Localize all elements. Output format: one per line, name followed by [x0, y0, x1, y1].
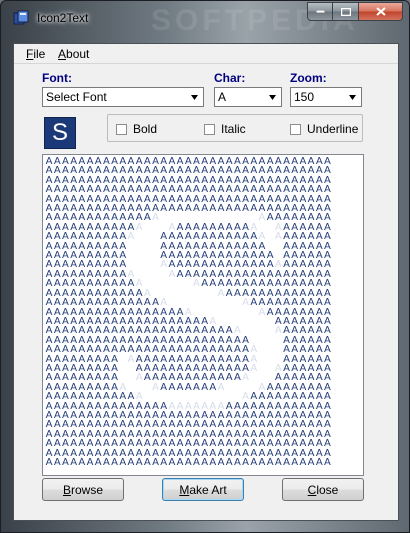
text-art-row: AAAAAAAAAAAAAAAAAAAAAAAAAAAAAAAAAAA [45, 457, 332, 468]
zoom-label: Zoom: [290, 71, 327, 85]
text-art-char: A [307, 457, 315, 468]
client-area: File About Font: Char: Zoom: Select Font… [13, 43, 399, 521]
text-art-char: A [176, 457, 184, 468]
text-art-char: A [160, 457, 168, 468]
zoom-select[interactable]: 150 [290, 87, 362, 107]
text-art-char: A [201, 457, 209, 468]
text-art-char: A [324, 457, 331, 468]
bold-label: Bold [133, 122, 158, 136]
italic-checkbox[interactable]: Italic [204, 122, 246, 136]
text-art-char: A [119, 457, 127, 468]
make-art-button-label: Make Art [179, 482, 227, 497]
text-art-char: A [184, 457, 192, 468]
minimize-icon [315, 10, 325, 13]
caption-buttons [307, 2, 403, 22]
text-art-char: A [62, 457, 69, 468]
menu-file[interactable]: File [26, 47, 45, 61]
browse-button[interactable]: Browse [42, 478, 124, 501]
underline-label: Underline [307, 122, 359, 136]
menu-bar: File About [14, 44, 398, 64]
text-art-char: A [127, 457, 135, 468]
icon-preview[interactable]: S [44, 117, 76, 149]
text-art-char: A [143, 457, 151, 468]
text-art-char: A [225, 457, 233, 468]
text-art-char: A [70, 457, 78, 468]
checkbox-box[interactable] [116, 123, 127, 135]
text-art-char: A [291, 457, 299, 468]
close-button[interactable]: Close [282, 478, 364, 501]
text-art-char: A [78, 457, 86, 468]
text-art-char: A [45, 457, 53, 468]
text-art-rows: AAAAAAAAAAAAAAAAAAAAAAAAAAAAAAAAAAAAAAAA… [45, 156, 332, 468]
text-art-char: A [258, 457, 266, 468]
italic-label: Italic [221, 122, 246, 136]
text-art-char: A [193, 457, 200, 468]
close-window-button[interactable] [359, 2, 403, 21]
checkbox-box[interactable] [290, 123, 301, 135]
text-art-char: A [135, 457, 143, 468]
text-art-output[interactable]: AAAAAAAAAAAAAAAAAAAAAAAAAAAAAAAAAAAAAAAA… [42, 154, 364, 476]
text-art-char: A [250, 457, 258, 468]
app-window: Icon2Text SOFTPEDIA File About Font: Cha… [0, 0, 410, 533]
text-art-char: A [53, 457, 61, 468]
text-art-char: A [283, 457, 290, 468]
text-art-char: A [299, 457, 307, 468]
text-art-char: A [168, 457, 176, 468]
text-art-char: A [217, 457, 225, 468]
text-art-char: A [86, 457, 94, 468]
font-select-value: Select Font [46, 90, 107, 104]
app-icon [13, 10, 29, 25]
text-art-char: A [94, 457, 102, 468]
text-art-char: A [266, 457, 274, 468]
maximize-button[interactable] [333, 2, 359, 21]
title-bar[interactable]: Icon2Text SOFTPEDIA [1, 1, 409, 37]
text-art-char: A [102, 457, 110, 468]
char-label: Char: [214, 71, 246, 85]
text-art-char: A [111, 457, 119, 468]
zoom-select-value: 150 [294, 90, 315, 104]
icon-preview-letter: S [51, 119, 68, 146]
font-label: Font: [42, 71, 72, 85]
window-title: Icon2Text [37, 11, 89, 25]
char-select-value: A [218, 90, 227, 104]
text-art-char: A [233, 457, 241, 468]
text-art-char: A [209, 457, 217, 468]
browse-button-label: Browse [62, 482, 104, 497]
close-icon [375, 7, 386, 16]
char-select[interactable]: A [214, 87, 282, 107]
minimize-button[interactable] [307, 2, 333, 21]
bold-checkbox[interactable]: Bold [116, 122, 157, 136]
dropdown-arrow-icon[interactable] [186, 89, 202, 105]
make-art-button[interactable]: Make Art [162, 478, 244, 501]
maximize-icon [340, 7, 351, 16]
font-select[interactable]: Select Font [42, 87, 204, 107]
dropdown-arrow-icon[interactable] [264, 89, 280, 105]
text-art-char: A [152, 457, 159, 468]
checkbox-box[interactable] [204, 123, 215, 135]
dropdown-arrow-icon[interactable] [344, 89, 360, 105]
underline-checkbox[interactable]: Underline [290, 122, 358, 136]
text-art-char: A [242, 457, 250, 468]
font-style-group: Bold Italic Underline [107, 114, 363, 142]
text-art-char: A [274, 457, 282, 468]
text-art-char: A [315, 457, 323, 468]
menu-about[interactable]: About [58, 47, 89, 61]
close-button-label: Close [307, 482, 339, 497]
